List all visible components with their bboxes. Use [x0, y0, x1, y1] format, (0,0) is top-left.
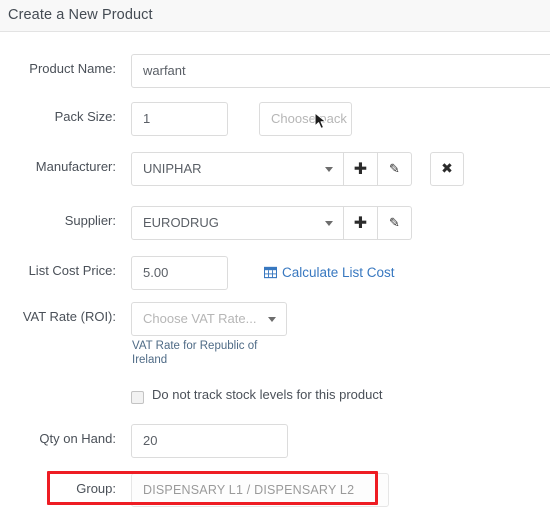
manufacturer-clear-button[interactable]: ✖: [430, 152, 464, 186]
manufacturer-value: UNIPHAR: [143, 161, 202, 176]
product-name-label: Product Name:: [29, 61, 116, 76]
supplier-select[interactable]: EURODRUG: [131, 206, 344, 240]
product-form: Product Name: warfant Pack Size: 1 Choos…: [0, 32, 550, 511]
vat-rate-select[interactable]: Choose VAT Rate...: [131, 302, 287, 336]
row-product-name: Product Name: warfant: [0, 52, 550, 88]
supplier-value: EURODRUG: [143, 215, 219, 230]
chevron-down-icon: [325, 221, 333, 226]
chevron-down-icon: [325, 167, 333, 172]
create-product-panel: Create a New Product Product Name: warfa…: [0, 0, 550, 511]
list-cost-price-input[interactable]: 5.00: [131, 256, 228, 290]
qty-on-hand-label: Qty on Hand:: [39, 431, 116, 446]
pack-unit-select[interactable]: Choose pack unit...: [259, 102, 352, 136]
list-cost-price-label: List Cost Price:: [28, 263, 116, 278]
do-not-track-stock-checkbox[interactable]: [131, 391, 144, 404]
calculate-list-cost-label: Calculate List Cost: [282, 265, 395, 280]
row-manufacturer: Manufacturer: UNIPHAR ✚ ✎ ✖: [0, 150, 550, 186]
row-vat-rate: VAT Rate (ROI): Choose VAT Rate... VAT R…: [0, 300, 550, 370]
row-list-cost-price: List Cost Price: 5.00 Calculate List Cos…: [0, 254, 550, 290]
row-supplier: Supplier: EURODRUG ✚ ✎: [0, 204, 550, 240]
supplier-add-button[interactable]: ✚: [344, 206, 378, 240]
manufacturer-select[interactable]: UNIPHAR: [131, 152, 344, 186]
row-pack-size: Pack Size: 1 Choose pack unit...: [0, 100, 550, 136]
row-group: Group: DISPENSARY L1 / DISPENSARY L2: [0, 470, 550, 510]
calculate-list-cost-link[interactable]: Calculate List Cost: [264, 265, 395, 280]
vat-rate-help-text: VAT Rate for Republic of Ireland: [132, 340, 258, 366]
manufacturer-label: Manufacturer:: [35, 159, 116, 174]
pencil-icon: ✎: [389, 161, 400, 177]
qty-on-hand-input[interactable]: 20: [131, 424, 288, 458]
do-not-track-stock-label: Do not track stock levels for this produ…: [152, 387, 383, 402]
product-name-input[interactable]: warfant: [131, 54, 550, 88]
vat-rate-label: VAT Rate (ROI):: [22, 309, 116, 324]
chevron-down-icon: [268, 317, 276, 322]
supplier-label: Supplier:: [64, 213, 116, 228]
page-title: Create a New Product: [8, 7, 153, 23]
supplier-edit-button[interactable]: ✎: [378, 206, 412, 240]
group-label: Group:: [76, 481, 116, 496]
row-qty-on-hand: Qty on Hand: 20: [0, 422, 550, 458]
pack-size-input[interactable]: 1: [131, 102, 228, 136]
manufacturer-add-button[interactable]: ✚: [344, 152, 378, 186]
close-icon: ✖: [441, 161, 453, 177]
row-track-stock: Do not track stock levels for this produ…: [0, 387, 550, 411]
plus-icon: ✚: [353, 213, 368, 232]
panel-header: Create a New Product: [0, 0, 550, 32]
pack-size-label: Pack Size:: [54, 109, 116, 124]
grid-table-icon: [264, 266, 277, 279]
pencil-icon: ✎: [389, 215, 400, 231]
plus-icon: ✚: [353, 159, 368, 178]
group-value-field[interactable]: DISPENSARY L1 / DISPENSARY L2: [131, 473, 389, 507]
vat-rate-value: Choose VAT Rate...: [143, 311, 257, 326]
manufacturer-edit-button[interactable]: ✎: [378, 152, 412, 186]
